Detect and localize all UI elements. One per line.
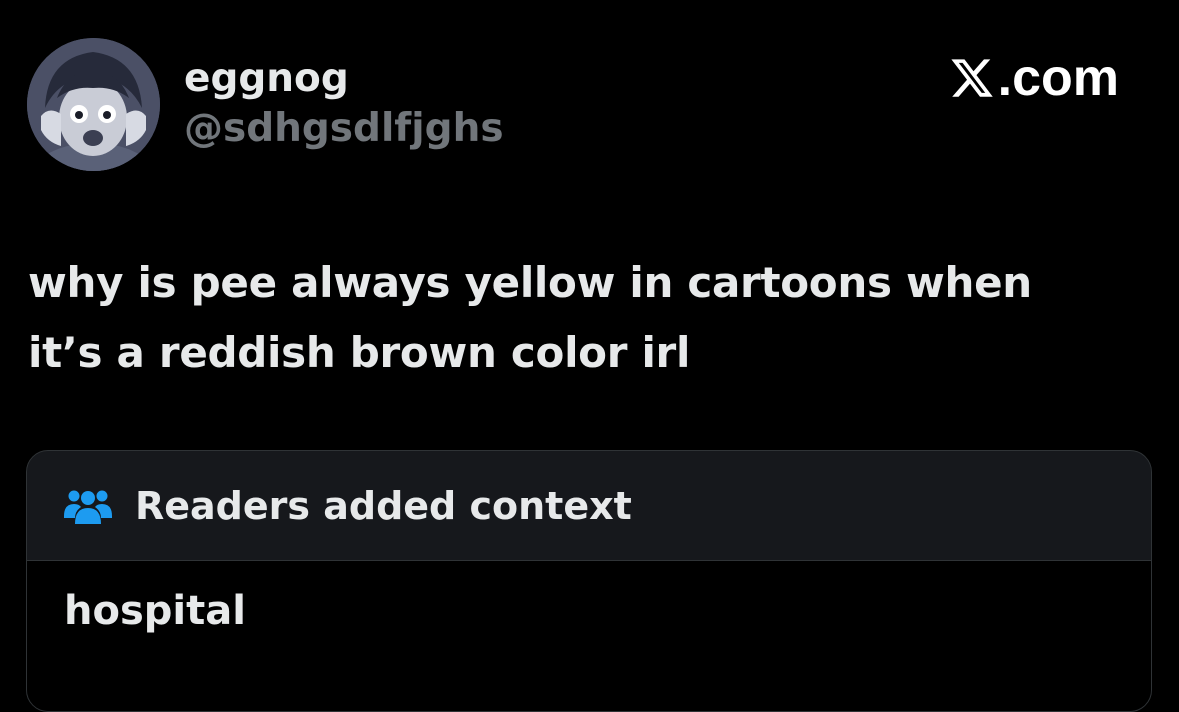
author-display-name[interactable]: eggnog: [184, 56, 349, 102]
x-logo-icon: [951, 59, 993, 97]
author-avatar[interactable]: [27, 38, 160, 171]
community-note-header[interactable]: Readers added context: [27, 451, 1151, 561]
community-note-card[interactable]: Readers added context hospital: [26, 450, 1152, 712]
post-text-line: it’s a reddish brown color irl: [28, 328, 691, 377]
author-handle[interactable]: @sdhgsdlfjghs: [184, 106, 504, 152]
anime-avatar-icon: [27, 38, 160, 171]
brand-domain-suffix: .com: [997, 49, 1119, 107]
post-text: why is pee always yellow in cartoons whe…: [28, 248, 1138, 388]
brand-watermark: .com: [948, 50, 1119, 106]
community-note-title: Readers added context: [135, 483, 632, 528]
community-note-body: hospital: [27, 561, 1151, 711]
readers-icon: [64, 490, 112, 524]
community-note-text: hospital: [64, 588, 246, 634]
post-text-line: why is pee always yellow in cartoons whe…: [28, 258, 1032, 307]
